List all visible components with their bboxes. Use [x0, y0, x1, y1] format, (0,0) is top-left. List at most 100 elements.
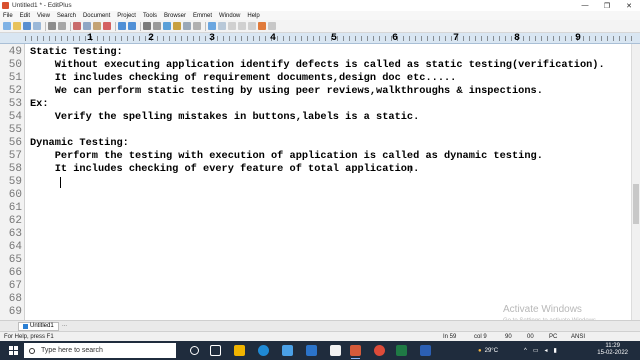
system-tray: ^ ▭ ◂ ▮ [524, 341, 557, 360]
ftp-icon[interactable] [173, 22, 181, 30]
save-icon[interactable] [23, 22, 31, 30]
app-icon[interactable] [330, 345, 341, 356]
line-number: 50 [8, 59, 22, 71]
editor-line[interactable]: 49 Static Testing: [0, 46, 631, 59]
editor-line[interactable]: 60 [0, 189, 631, 202]
file-explorer-icon[interactable] [234, 345, 245, 356]
minimize-button[interactable]: — [574, 0, 596, 11]
spellcheck-icon[interactable] [258, 22, 266, 30]
menu-window[interactable]: Window [219, 13, 240, 19]
text-caret [60, 177, 61, 188]
new-file-icon[interactable] [3, 22, 11, 30]
print-preview-icon[interactable] [58, 22, 66, 30]
scrollbar-thumb[interactable] [633, 184, 639, 224]
weather-widget[interactable]: ● 29°C [478, 341, 498, 360]
outdent-icon[interactable] [238, 22, 246, 30]
find-icon[interactable] [143, 22, 151, 30]
status-column: col 9 [474, 334, 487, 340]
toolbar-divider [70, 21, 71, 31]
chrome-icon[interactable] [374, 345, 385, 356]
maximize-button[interactable]: ❐ [596, 0, 618, 11]
comment-icon[interactable] [248, 22, 256, 30]
delete-icon[interactable] [103, 22, 111, 30]
cut-icon[interactable] [73, 22, 81, 30]
close-button[interactable]: ✕ [618, 0, 640, 11]
editor-line[interactable]: 50 Without executing application identif… [0, 59, 631, 72]
editplus-app-icon[interactable] [2, 2, 9, 9]
toolbar-divider [45, 21, 46, 31]
line-number: 51 [8, 72, 22, 84]
editor-line[interactable]: 53 Ex: [0, 98, 631, 111]
ruler-number: 4 [270, 33, 277, 44]
editor-line[interactable]: 63 [0, 228, 631, 241]
editor-line[interactable]: 56 Dynamic Testing: [0, 137, 631, 150]
wordwrap-icon[interactable] [193, 22, 201, 30]
editplus-taskbar-icon[interactable] [350, 345, 361, 359]
vertical-scrollbar[interactable] [631, 44, 640, 320]
editor-line[interactable]: 66 [0, 267, 631, 280]
tab-overflow-button[interactable]: ... [62, 322, 67, 328]
line-number: 69 [8, 306, 22, 318]
editor-line[interactable]: 52 We can perform static testing by usin… [0, 85, 631, 98]
menu-file[interactable]: File [3, 13, 13, 19]
status-encoding: ANSI [571, 334, 586, 340]
undo-icon[interactable] [118, 22, 126, 30]
editor-line[interactable]: 51 It includes checking of requirement d… [0, 72, 631, 85]
menu-view[interactable]: View [37, 13, 50, 19]
editor-line[interactable]: 64 [0, 241, 631, 254]
windows-start-icon[interactable] [9, 346, 18, 355]
print-icon[interactable] [48, 22, 56, 30]
editor-line[interactable]: 55 [0, 124, 631, 137]
paste-icon[interactable] [93, 22, 101, 30]
editor-line[interactable]: 54 Verify the spelling mistakes in butto… [0, 111, 631, 124]
text-editor[interactable]: 49 Static Testing: 50 Without executing … [0, 44, 631, 320]
browser-icon[interactable] [163, 22, 171, 30]
menu-edit[interactable]: Edit [20, 13, 30, 19]
toolbar-divider [140, 21, 141, 31]
store-icon[interactable] [282, 345, 293, 356]
battery-icon[interactable]: ▮ [554, 347, 557, 354]
menu-browser[interactable]: Browser [164, 13, 186, 19]
editor-line[interactable]: 57 Perform the testing with execution of… [0, 150, 631, 163]
mail-icon[interactable] [306, 345, 317, 356]
volume-icon[interactable]: ◂ [545, 347, 548, 354]
redo-icon[interactable] [128, 22, 136, 30]
ruler-toggle-icon[interactable] [208, 22, 216, 30]
show-hidden-icons-icon[interactable]: ^ [524, 348, 527, 354]
open-folder-icon[interactable] [13, 22, 21, 30]
toolbar-divider [205, 21, 206, 31]
editor-line[interactable]: 59 [0, 176, 631, 189]
menu-tools[interactable]: Tools [143, 13, 157, 19]
replace-icon[interactable] [153, 22, 161, 30]
taskbar-clock[interactable]: 11:29 15-02-2022 [597, 343, 628, 357]
taskbar-search-box[interactable]: Type here to search [24, 343, 176, 358]
indent-icon[interactable] [228, 22, 236, 30]
network-icon[interactable]: ▭ [533, 347, 539, 354]
clip-icon[interactable] [183, 22, 191, 30]
editor-line[interactable]: 67 [0, 280, 631, 293]
line-number: 65 [8, 254, 22, 266]
editor-line[interactable]: 61 [0, 202, 631, 215]
editor-line[interactable]: 62 [0, 215, 631, 228]
menu-emmet[interactable]: Emmet [193, 13, 212, 19]
line-number: 53 [8, 98, 22, 110]
menu-project[interactable]: Project [117, 13, 136, 19]
editor-line[interactable]: 65 [0, 254, 631, 267]
ruler-number: 3 [209, 33, 216, 44]
menu-help[interactable]: Help [247, 13, 259, 19]
task-view-icon[interactable] [210, 345, 221, 356]
edge-icon[interactable] [258, 345, 269, 356]
save-all-icon[interactable] [33, 22, 41, 30]
line-number: 57 [8, 150, 22, 162]
line-number-icon[interactable] [218, 22, 226, 30]
tab-untitled1[interactable]: Untitled1 [18, 322, 59, 331]
menu-document[interactable]: Document [83, 13, 110, 19]
menu-search[interactable]: Search [57, 13, 76, 19]
toolbar-divider [115, 21, 116, 31]
settings-icon[interactable] [268, 22, 276, 30]
copy-icon[interactable] [83, 22, 91, 30]
word-icon[interactable] [420, 345, 431, 356]
excel-icon[interactable] [396, 345, 407, 356]
editor-line[interactable]: 58 It includes checking of every feature… [0, 163, 631, 176]
cortana-icon[interactable] [190, 346, 199, 355]
